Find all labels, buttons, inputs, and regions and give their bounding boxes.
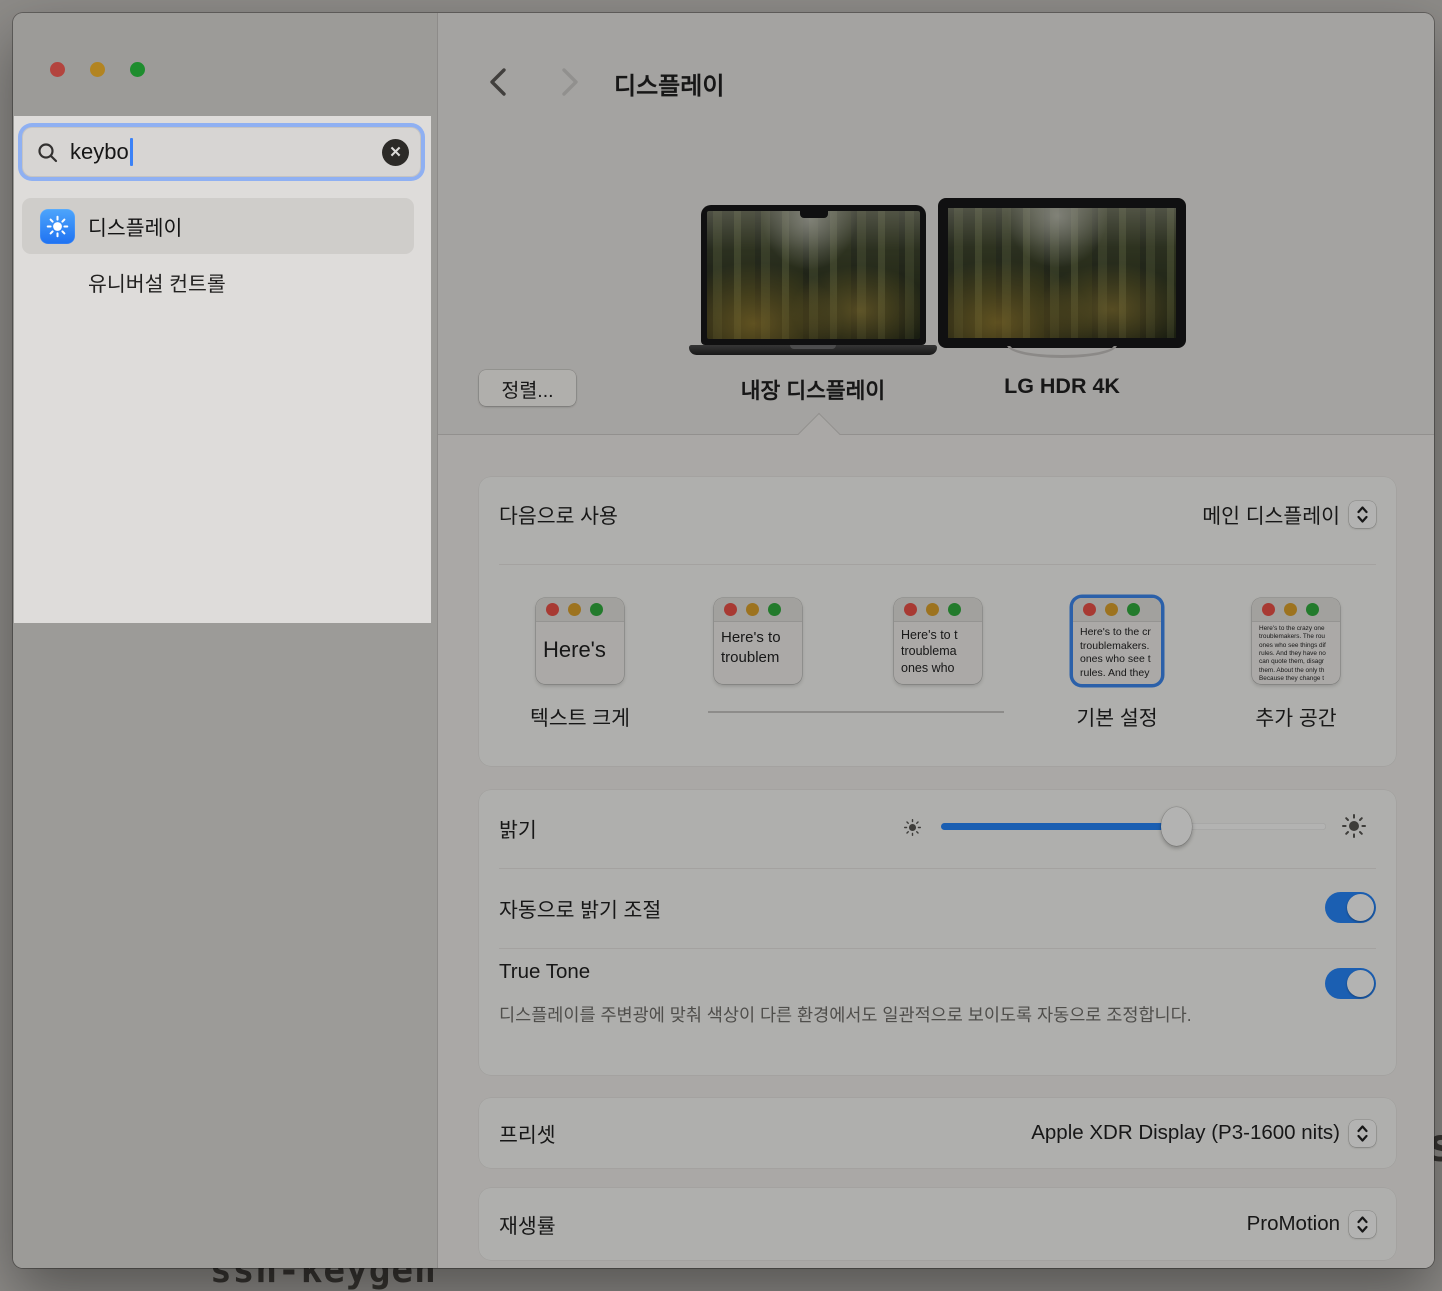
auto-brightness-label: 자동으로 밝기 조절 bbox=[499, 893, 661, 923]
mini-window-preview-text: Here's totroublem bbox=[714, 622, 802, 667]
mini-window-titlebar bbox=[1073, 598, 1161, 622]
resolution-option-2[interactable]: Here's totroublem bbox=[714, 598, 802, 684]
close-window-button[interactable] bbox=[50, 62, 65, 77]
resolution-option-larger-text[interactable]: Here's bbox=[536, 598, 624, 684]
lg-display-wallpaper bbox=[948, 208, 1176, 338]
true-tone-label: True Tone bbox=[499, 960, 590, 984]
refresh-rate-section: 재생률 ProMotion bbox=[479, 1188, 1396, 1260]
builtin-display-wallpaper bbox=[707, 211, 920, 339]
laptop-notch bbox=[800, 211, 828, 218]
chevron-up-down-icon bbox=[1355, 1215, 1370, 1234]
brightness-slider[interactable] bbox=[941, 823, 1326, 830]
sidebar: keybo ✕ 디스플레이 유니버설 컨트롤 bbox=[13, 13, 437, 1268]
preset-value[interactable]: Apple XDR Display (P3-1600 nits) bbox=[1031, 1121, 1340, 1145]
minimize-window-button[interactable] bbox=[90, 62, 105, 77]
toggle-knob bbox=[1347, 970, 1374, 997]
search-input[interactable]: keybo ✕ bbox=[22, 127, 421, 177]
chevron-left-icon bbox=[485, 65, 511, 99]
mini-window-preview-text: Here's to ttroublemaones who bbox=[894, 622, 982, 676]
search-query-text: keybo bbox=[70, 139, 129, 165]
toggle-knob bbox=[1347, 894, 1374, 921]
search-icon bbox=[36, 141, 59, 164]
mini-window-titlebar bbox=[1252, 598, 1340, 622]
back-button[interactable] bbox=[485, 65, 511, 99]
resolution-option-3[interactable]: Here's to ttroublemaones who bbox=[894, 598, 982, 684]
sidebar-item-universal-control[interactable]: 유니버설 컨트롤 bbox=[22, 254, 414, 310]
display-thumbnail-builtin[interactable] bbox=[701, 205, 926, 345]
auto-brightness-toggle[interactable] bbox=[1325, 892, 1376, 923]
main-panel: 디스플레이 내장 디스플레이 LG HDR 4K 정렬... 다음으로 사용 메… bbox=[437, 13, 1434, 1268]
sidebar-item-display[interactable]: 디스플레이 bbox=[22, 198, 414, 254]
resolution-label-more-space: 추가 공간 bbox=[1206, 701, 1386, 731]
selected-display-pointer bbox=[798, 413, 840, 455]
true-tone-toggle[interactable] bbox=[1325, 968, 1376, 999]
use-as-label: 다음으로 사용 bbox=[499, 499, 618, 529]
unlabeled-options-divider bbox=[708, 711, 1004, 713]
brightness-slider-fill bbox=[941, 823, 1176, 830]
refresh-rate-value[interactable]: ProMotion bbox=[1247, 1212, 1340, 1236]
resolution-label-larger-text: 텍스트 크게 bbox=[490, 701, 670, 731]
brightness-dim-icon bbox=[904, 819, 921, 841]
mini-window-preview-text: Here's to the crazy onetroublemakers. Th… bbox=[1252, 622, 1340, 683]
system-settings-window: keybo ✕ 디스플레이 유니버설 컨트롤 bbox=[13, 13, 1434, 1268]
preset-label: 프리셋 bbox=[499, 1118, 556, 1148]
mini-window-titlebar bbox=[894, 598, 982, 622]
mini-window-preview-text: Here's bbox=[536, 622, 624, 665]
resolution-option-more-space[interactable]: Here's to the crazy onetroublemakers. Th… bbox=[1252, 598, 1340, 684]
use-as-value[interactable]: 메인 디스플레이 bbox=[1202, 499, 1340, 529]
chevron-up-down-icon bbox=[1355, 505, 1370, 524]
text-cursor bbox=[130, 138, 133, 166]
arrange-button[interactable]: 정렬... bbox=[479, 370, 576, 406]
brightness-bright-icon bbox=[1342, 814, 1366, 843]
brightness-label: 밝기 bbox=[499, 813, 537, 843]
mini-window-preview-text: Here's to the crtroublemakers.ones who s… bbox=[1073, 622, 1161, 681]
preset-section: 프리셋 Apple XDR Display (P3-1600 nits) bbox=[479, 1098, 1396, 1168]
display-thumbnail-lg[interactable] bbox=[938, 198, 1186, 348]
use-as-dropdown-stepper[interactable] bbox=[1349, 501, 1376, 528]
chevron-up-down-icon bbox=[1355, 1124, 1370, 1143]
resolution-label-default: 기본 설정 bbox=[1027, 701, 1207, 731]
zoom-window-button[interactable] bbox=[130, 62, 145, 77]
use-as-section: 다음으로 사용 메인 디스플레이 Here's Here's totrouble… bbox=[479, 477, 1396, 766]
forward-button[interactable] bbox=[557, 65, 583, 99]
refresh-rate-label: 재생률 bbox=[499, 1209, 556, 1239]
lg-display-label: LG HDR 4K bbox=[912, 374, 1212, 399]
true-tone-description: 디스플레이를 주변광에 맞춰 색상이 다른 환경에서도 일관적으로 보이도록 자… bbox=[499, 1002, 1259, 1028]
preset-dropdown-stepper[interactable] bbox=[1349, 1120, 1376, 1147]
display-brightness-icon bbox=[40, 209, 75, 244]
brightness-slider-thumb[interactable] bbox=[1161, 807, 1192, 846]
display-stand bbox=[1007, 346, 1117, 359]
window-controls bbox=[50, 62, 145, 77]
clear-search-button[interactable]: ✕ bbox=[382, 139, 409, 166]
laptop-base bbox=[689, 345, 937, 355]
mini-window-titlebar bbox=[536, 598, 624, 622]
mini-window-titlebar bbox=[714, 598, 802, 622]
chevron-right-icon bbox=[557, 65, 583, 99]
page-title: 디스플레이 bbox=[614, 66, 724, 101]
brightness-section: 밝기 bbox=[479, 790, 1396, 1075]
resolution-option-default[interactable]: Here's to the crtroublemakers.ones who s… bbox=[1073, 598, 1161, 684]
sidebar-item-label: 유니버설 컨트롤 bbox=[88, 267, 226, 297]
sidebar-item-label: 디스플레이 bbox=[88, 211, 182, 241]
refresh-rate-dropdown-stepper[interactable] bbox=[1349, 1211, 1376, 1238]
